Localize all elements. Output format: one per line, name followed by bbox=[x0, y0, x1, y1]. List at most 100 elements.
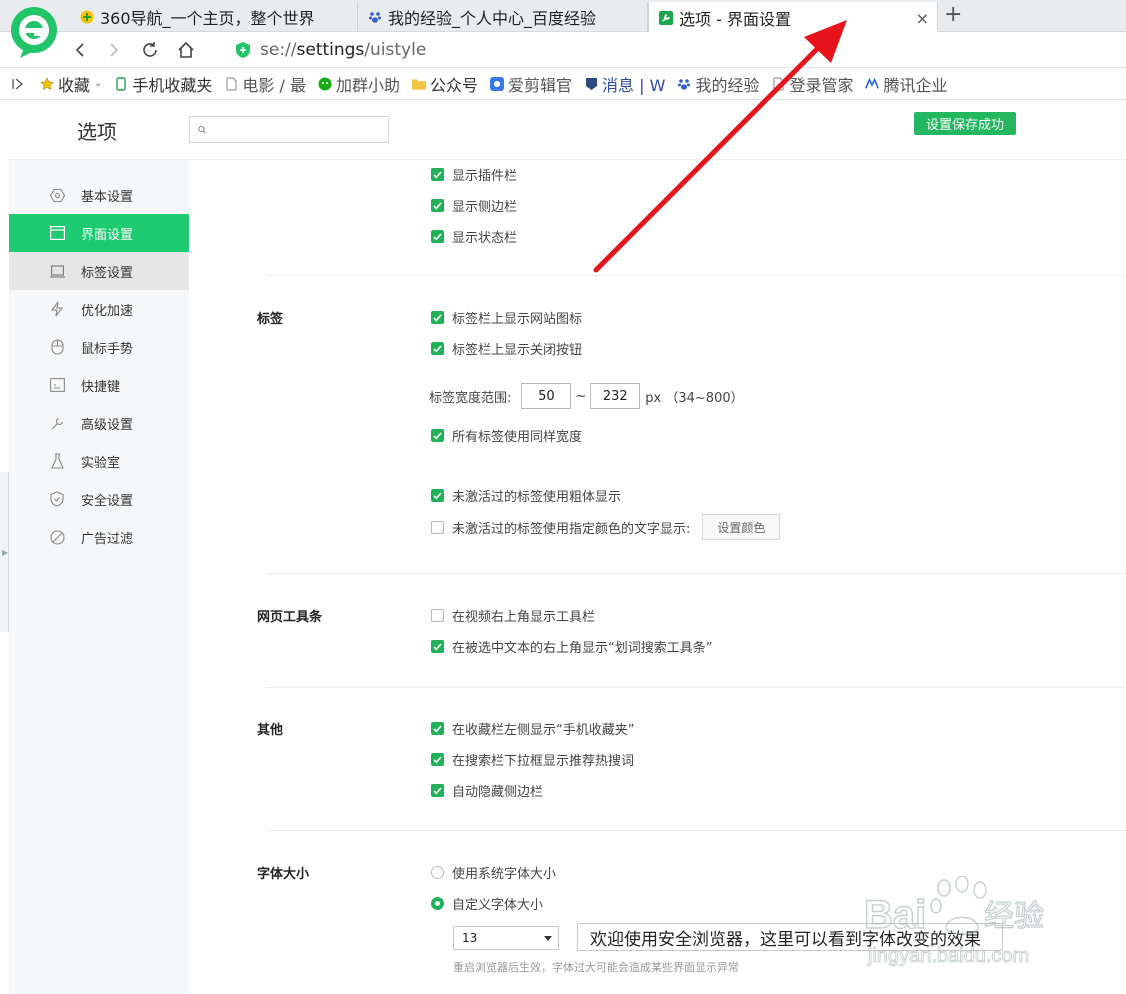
checkbox-checked[interactable] bbox=[431, 429, 444, 442]
checkbox-checked[interactable] bbox=[431, 753, 444, 766]
close-icon[interactable]: × bbox=[916, 9, 929, 28]
option-label: 在被选中文本的右上角显示“划词搜索工具条” bbox=[452, 641, 713, 656]
address-bar[interactable]: se://settings/uistyle bbox=[236, 38, 426, 62]
option-show-site-icon[interactable]: 标签栏上显示网站图标 bbox=[431, 308, 582, 327]
option-system-font-size[interactable]: 使用系统字体大小 bbox=[431, 863, 556, 882]
option-inactive-bold[interactable]: 未激活过的标签使用粗体显示 bbox=[431, 486, 621, 505]
tab-label: 我的经验_个人中心_百度经验 bbox=[388, 9, 597, 28]
tab-bar: 360导航_一个主页，整个世界 我的经验_个人中心_百度经验 选项 - 界面设置… bbox=[0, 0, 1126, 33]
checkbox-checked[interactable] bbox=[431, 784, 444, 797]
range-separator: ~ bbox=[575, 388, 587, 404]
star-icon bbox=[40, 76, 54, 91]
bookmark-label: 手机收藏夹 bbox=[132, 75, 213, 95]
tab-360-nav[interactable]: 360导航_一个主页，整个世界 bbox=[70, 2, 358, 32]
reload-button[interactable] bbox=[138, 38, 162, 62]
bookmark-item[interactable]: 爱剪辑官 bbox=[490, 72, 572, 96]
bookmark-item[interactable]: 我的经验 bbox=[677, 72, 759, 96]
sidebar-item-mouse-gestures[interactable]: 鼠标手势 bbox=[9, 328, 189, 366]
sidebar-item-label: 安全设置 bbox=[81, 493, 134, 509]
sidebar-item-tabs[interactable]: 标签设置 bbox=[9, 252, 189, 290]
sidebar-item-basic[interactable]: 基本设置 bbox=[9, 176, 189, 214]
font-size-select[interactable]: 13 bbox=[453, 926, 559, 950]
set-color-button[interactable]: 设置颜色 bbox=[702, 514, 781, 540]
tab-settings[interactable]: 选项 - 界面设置 × bbox=[648, 2, 938, 33]
home-button[interactable] bbox=[174, 38, 198, 62]
option-show-close-button[interactable]: 标签栏上显示关闭按钮 bbox=[431, 339, 582, 358]
settings-wrench-icon bbox=[659, 10, 673, 25]
sidebar-item-adblock[interactable]: 广告过滤 bbox=[9, 518, 189, 556]
checkbox-unchecked[interactable] bbox=[431, 520, 444, 534]
bookmark-item[interactable]: 消息 | W bbox=[584, 72, 665, 96]
sidebar-item-speedup[interactable]: 优化加速 bbox=[9, 290, 189, 328]
option-label: 显示侧边栏 bbox=[452, 200, 518, 215]
home-icon bbox=[178, 41, 194, 58]
option-mobile-favorites[interactable]: 在收藏栏左侧显示“手机收藏夹” bbox=[431, 719, 634, 738]
sidebar-collapse-handle[interactable]: ▶ bbox=[0, 472, 9, 632]
bookmark-item[interactable]: 加群小助 bbox=[318, 72, 400, 96]
checkbox-checked[interactable] bbox=[431, 640, 444, 653]
radio-selected[interactable] bbox=[431, 897, 444, 910]
page-title: 选项 bbox=[77, 120, 117, 144]
checkbox-checked[interactable] bbox=[431, 199, 444, 212]
option-custom-font-size[interactable]: 自定义字体大小 bbox=[431, 894, 543, 913]
bookmark-item[interactable]: 登录管家 bbox=[771, 72, 853, 96]
radio-unselected[interactable] bbox=[431, 866, 444, 879]
reload-icon bbox=[143, 42, 157, 57]
wrench-icon bbox=[49, 415, 65, 431]
option-label: 标签栏上显示关闭按钮 bbox=[452, 343, 583, 358]
sidebar-item-shortcuts[interactable]: 快捷键 bbox=[9, 366, 189, 404]
checkbox-checked[interactable] bbox=[431, 230, 444, 243]
search-input[interactable] bbox=[212, 122, 388, 137]
checkbox-checked[interactable] bbox=[431, 342, 444, 355]
chevron-down-icon: ⌄ bbox=[94, 78, 103, 89]
back-button[interactable] bbox=[68, 38, 92, 62]
lightning-icon bbox=[49, 301, 65, 317]
option-show-sidebar[interactable]: 显示侧边栏 bbox=[431, 196, 517, 215]
checkbox-checked[interactable] bbox=[431, 311, 444, 324]
checkbox-unchecked[interactable] bbox=[431, 609, 444, 622]
sidebar-item-security[interactable]: 安全设置 bbox=[9, 480, 189, 518]
bookmark-item[interactable]: 公众号 bbox=[412, 72, 478, 96]
dropdown-arrow-icon bbox=[544, 936, 552, 941]
tab-width-range: 标签宽度范围: 50 ~ 232 px （34~800） bbox=[429, 383, 744, 409]
badge-icon bbox=[584, 77, 598, 91]
browser-logo-icon bbox=[10, 6, 58, 58]
bookmark-item[interactable]: 收藏 ⌄ bbox=[40, 72, 102, 96]
option-show-status-bar[interactable]: 显示状态栏 bbox=[431, 227, 517, 246]
settings-search[interactable] bbox=[189, 116, 389, 143]
tab-baidu-jingyan[interactable]: 我的经验_个人中心_百度经验 bbox=[358, 2, 648, 32]
forward-button[interactable] bbox=[102, 38, 126, 62]
settings-page: 选项 设置保存成功 基本设置 界面设置 标签设置 优化加速 鼠标手势 快捷键 高… bbox=[9, 100, 1126, 994]
tab-width-max-input[interactable]: 232 bbox=[590, 383, 641, 409]
sidebar-item-lab[interactable]: 实验室 bbox=[9, 442, 189, 480]
option-same-width[interactable]: 所有标签使用同样宽度 bbox=[431, 426, 582, 445]
option-auto-hide-sidebar[interactable]: 自动隐藏侧边栏 bbox=[431, 781, 543, 800]
option-video-toolbar[interactable]: 在视频右上角显示工具栏 bbox=[431, 606, 595, 625]
tab-width-min-input[interactable]: 50 bbox=[521, 383, 572, 409]
caret-right-icon: ▶ bbox=[2, 548, 9, 557]
bookmark-item[interactable]: 腾讯企业 bbox=[865, 72, 947, 96]
sidebar-item-interface[interactable]: 界面设置 bbox=[9, 214, 189, 252]
sidebar-item-label: 标签设置 bbox=[81, 265, 134, 281]
option-inactive-color[interactable]: 未激活过的标签使用指定颜色的文字显示: 设置颜色 bbox=[431, 514, 781, 540]
checkbox-checked[interactable] bbox=[431, 168, 444, 181]
bookmark-label: 加群小助 bbox=[336, 75, 401, 95]
new-tab-button[interactable]: + bbox=[944, 4, 962, 26]
tab-width-unit: px （34~800） bbox=[645, 390, 744, 406]
section-title-tabs: 标签 bbox=[257, 312, 284, 327]
option-selection-toolbar[interactable]: 在被选中文本的右上角显示“划词搜索工具条” bbox=[431, 637, 712, 656]
section-title-other: 其他 bbox=[257, 723, 284, 738]
option-hot-search[interactable]: 在搜索栏下拉框显示推荐热搜词 bbox=[431, 750, 634, 769]
phone-icon bbox=[114, 76, 128, 91]
bookmark-item[interactable]: 手机收藏夹 bbox=[114, 72, 212, 96]
bookmark-item[interactable]: 电影 / 最 bbox=[224, 72, 306, 96]
page-icon bbox=[771, 77, 785, 91]
bookmark-label: 公众号 bbox=[430, 75, 479, 95]
option-show-plugin-bar[interactable]: 显示插件栏 bbox=[431, 165, 517, 184]
checkbox-checked[interactable] bbox=[431, 489, 444, 502]
checkbox-checked[interactable] bbox=[431, 722, 444, 735]
section-title-web-toolbar: 网页工具条 bbox=[257, 610, 323, 625]
save-status-badge: 设置保存成功 bbox=[914, 112, 1016, 135]
sidebar-toggle-button[interactable] bbox=[12, 77, 24, 91]
sidebar-item-advanced[interactable]: 高级设置 bbox=[9, 404, 189, 442]
